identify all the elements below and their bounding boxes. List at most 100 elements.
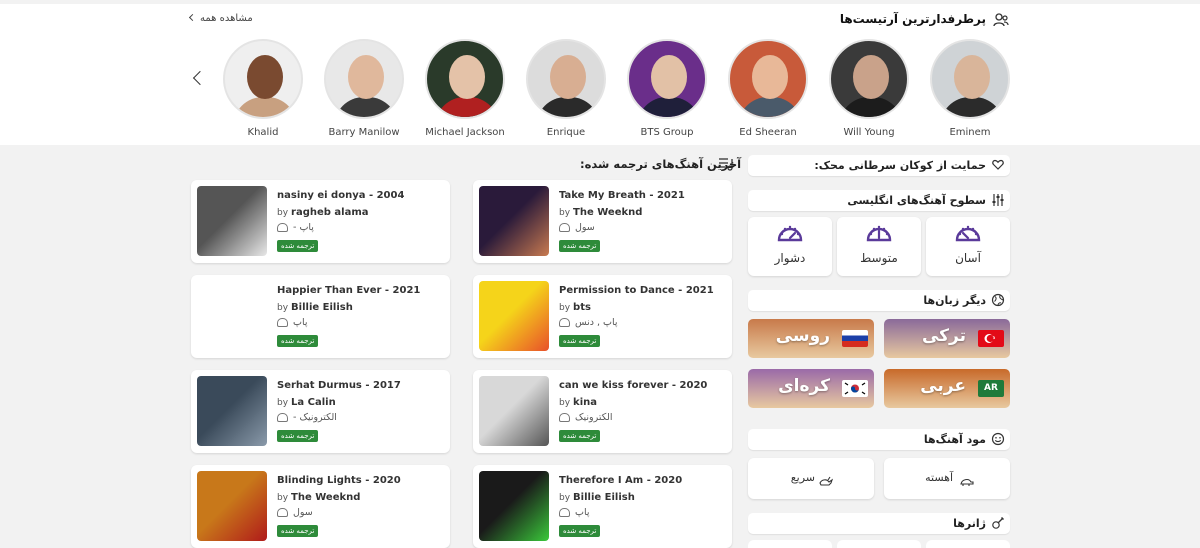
moods-header: مود آهنگ‌ها	[748, 429, 1010, 450]
song-artist: by kina	[559, 397, 597, 408]
song-genre: الکترونیک -	[277, 412, 337, 423]
languages-title: دیگر زبان‌ها	[923, 294, 986, 307]
translated-badge: ترجمه شده	[559, 335, 601, 347]
genre-button[interactable]	[926, 540, 1010, 548]
artist-item[interactable]: Michael Jackson	[415, 39, 515, 138]
song-card[interactable]: Happier Than Ever - 2021 by Billie Eilish پ…	[191, 275, 450, 358]
language-label: کره‌ای	[778, 376, 830, 396]
gauge-medium-icon	[866, 225, 892, 242]
charity-label: حمایت از کوکان سرطانی محک:	[814, 159, 986, 172]
smile-icon	[991, 432, 1005, 446]
level-label: دشوار	[774, 251, 806, 265]
top-artists-section: پرطرفدارترین آرتیست‌ها مشاهده همه Eminem…	[0, 4, 1200, 145]
song-cover	[197, 281, 267, 351]
level-button[interactable]: متوسط	[837, 217, 921, 276]
language-button[interactable]: روسی	[748, 319, 874, 358]
genre-button[interactable]	[837, 540, 921, 548]
song-card[interactable]: Permission to Dance - 2021 by bts پاپ , دنس…	[473, 275, 732, 358]
language-label: ترکی	[921, 326, 966, 346]
song-card[interactable]: Therefore I Am - 2020 by Billie Eilish پاپ ت…	[473, 465, 732, 548]
artist-item[interactable]: Eminem	[920, 39, 1020, 138]
artist-avatar	[930, 39, 1010, 119]
mood-button[interactable]: آهسته	[884, 458, 1010, 499]
song-genre-text: الکترونیک	[575, 412, 613, 423]
language-button[interactable]: AR عربی	[884, 369, 1010, 408]
song-artist-name: La Calin	[291, 397, 336, 408]
heart-hand-icon	[992, 159, 1004, 170]
song-genre-text: پاپ	[293, 317, 308, 328]
song-title: Serhat Durmus - 2017	[277, 380, 401, 391]
levels-header: سطوح آهنگ‌های انگلیسی	[748, 190, 1010, 211]
by-label: by	[277, 303, 289, 313]
artist-item[interactable]: Enrique	[516, 39, 616, 138]
mood-button[interactable]: سریع	[748, 458, 874, 499]
headphones-icon	[277, 223, 288, 232]
genres-title: ژانرها	[953, 517, 986, 530]
level-button[interactable]: دشوار	[748, 217, 832, 276]
artist-avatar	[324, 39, 404, 119]
korea-flag-icon	[842, 380, 868, 397]
artist-item[interactable]: Will Young	[819, 39, 919, 138]
song-genre-text: پاپ , دنس	[575, 317, 618, 328]
translated-badge: ترجمه شده	[277, 430, 319, 442]
genre-button[interactable]	[748, 540, 832, 548]
russia-flag-icon	[842, 330, 868, 347]
by-label: by	[277, 398, 289, 408]
song-artist-name: The Weeknd	[573, 207, 643, 218]
artist-item[interactable]: BTS Group	[617, 39, 717, 138]
charity-bar[interactable]: حمایت از کوکان سرطانی محک:	[748, 155, 1010, 176]
song-title: Take My Breath - 2021	[559, 190, 685, 201]
song-card[interactable]: can we kiss forever - 2020 by kina الکترونی…	[473, 370, 732, 453]
level-label: متوسط	[860, 251, 898, 265]
song-title: can we kiss forever - 2020	[559, 380, 708, 391]
song-genre: الکترونیک	[559, 412, 613, 423]
language-label: روسی	[775, 326, 830, 346]
song-genre: سول	[559, 222, 595, 233]
level-button[interactable]: آسان	[926, 217, 1010, 276]
song-cover	[479, 186, 549, 256]
gauge-hard-icon	[777, 225, 803, 242]
artist-item[interactable]: Khalid	[213, 39, 313, 138]
top-artists-title: پرطرفدارترین آرتیست‌ها	[839, 12, 986, 26]
song-genre-text: الکترونیک -	[293, 412, 337, 423]
song-genre: پاپ -	[277, 222, 314, 233]
language-button[interactable]: کره‌ای	[748, 369, 874, 408]
genres-header: ژانرها	[748, 513, 1010, 534]
song-cover	[479, 281, 549, 351]
translated-badge: ترجمه شده	[277, 525, 319, 537]
languages-header: دیگر زبان‌ها	[748, 290, 1010, 311]
song-card[interactable]: Take My Breath - 2021 by The Weeknd سول ترجم…	[473, 180, 732, 263]
song-cover	[479, 376, 549, 446]
song-artist-name: Billie Eilish	[291, 302, 353, 313]
headphones-icon	[559, 223, 570, 232]
song-artist: by Billie Eilish	[277, 302, 353, 313]
artist-name: Khalid	[247, 127, 279, 138]
by-label: by	[559, 493, 571, 503]
song-genre-text: پاپ -	[293, 222, 314, 233]
artist-item[interactable]: Ed Sheeran	[718, 39, 818, 138]
translated-badge: ترجمه شده	[559, 525, 601, 537]
song-artist: by bts	[559, 302, 591, 313]
turtle-icon	[960, 472, 974, 486]
see-all-link[interactable]: مشاهده همه	[188, 13, 253, 24]
song-artist: by La Calin	[277, 397, 336, 408]
artist-name: Will Young	[843, 127, 895, 138]
artist-name: Barry Manilow	[328, 127, 400, 138]
song-artist-name: bts	[573, 302, 591, 313]
artist-item[interactable]: Barry Manilow	[314, 39, 414, 138]
song-genre: پاپ , دنس	[559, 317, 618, 328]
song-cover	[197, 186, 267, 256]
by-label: by	[559, 398, 571, 408]
song-artist-name: ragheb alama	[291, 207, 369, 218]
turkey-flag-icon	[978, 330, 1004, 347]
language-button[interactable]: ترکی	[884, 319, 1010, 358]
song-card[interactable]: Serhat Durmus - 2017 by La Calin الکترونیک …	[191, 370, 450, 453]
song-title: Happier Than Ever - 2021	[277, 285, 421, 296]
latest-songs-title: آخرین آهنگ‌های ترجمه شده:	[580, 157, 742, 171]
headphones-icon	[559, 318, 570, 327]
artist-avatar	[829, 39, 909, 119]
song-card[interactable]: Blinding Lights - 2020 by The Weeknd سول ترج…	[191, 465, 450, 548]
carousel-prev-arrow-icon[interactable]	[191, 70, 205, 88]
song-card[interactable]: nasiny ei donya - 2004 by ragheb alama پاپ …	[191, 180, 450, 263]
sliders-icon	[992, 194, 1004, 206]
